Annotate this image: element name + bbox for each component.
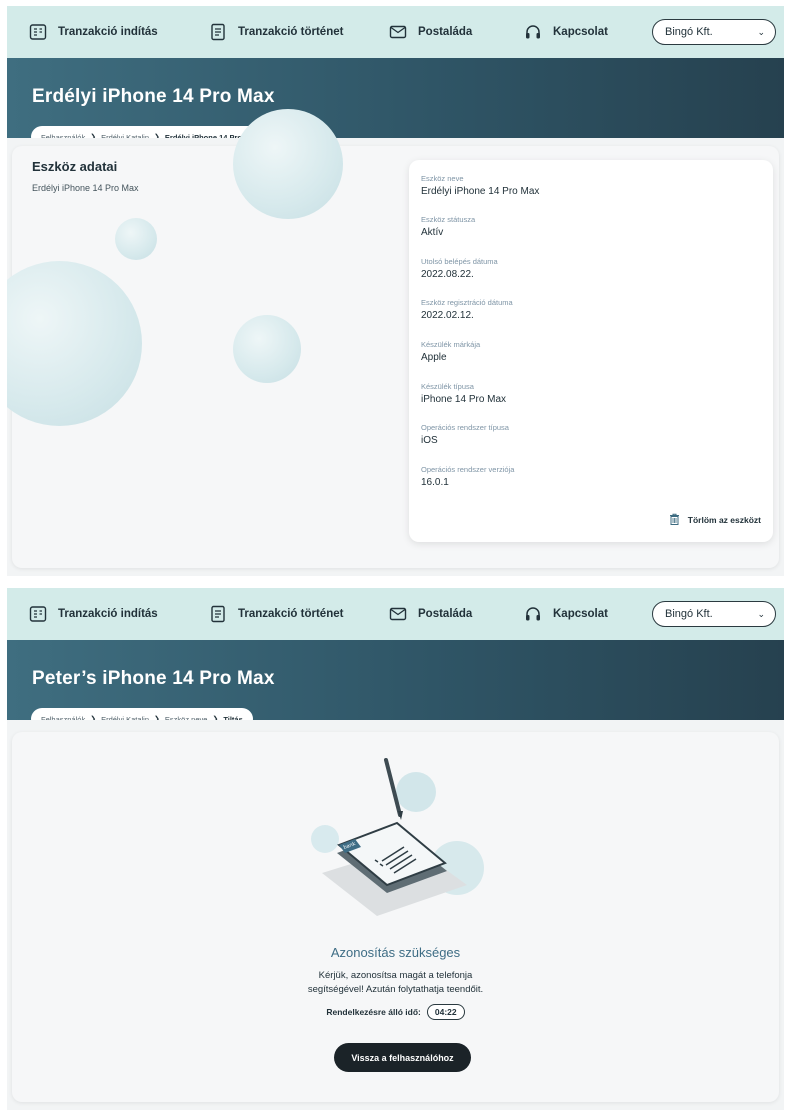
- nav-transaction-history[interactable]: Tranzakció történet: [208, 604, 343, 624]
- phone-authentication-illustration: bank: [287, 753, 502, 923]
- nav-label: Tranzakció indítás: [58, 608, 158, 620]
- field-device-type: Készülék típusa iPhone 14 Pro Max: [421, 382, 506, 405]
- mailbox-icon: [388, 604, 408, 624]
- field-value: iOS: [421, 435, 438, 446]
- page-title: Erdélyi iPhone 14 Pro Max: [32, 86, 275, 107]
- authentication-screen: Tranzakció indítás Tranzakció történet P…: [7, 588, 784, 1110]
- transaction-history-icon: [208, 604, 228, 624]
- nav-label: Tranzakció történet: [238, 608, 344, 620]
- device-details-screen: Tranzakció indítás Tranzakció történet P…: [7, 6, 784, 576]
- field-label: Eszköz státusza: [421, 215, 476, 224]
- nav-transaction-history[interactable]: Tranzakció történet: [208, 22, 343, 42]
- headset-icon: [523, 604, 543, 624]
- nav-contact[interactable]: Kapcsolat: [523, 604, 608, 624]
- headset-icon: [523, 22, 543, 42]
- back-to-user-button[interactable]: Vissza a felhasználóhoz: [334, 1043, 471, 1072]
- field-label: Utolsó belépés dátuma: [421, 257, 498, 266]
- nav-mailbox[interactable]: Postaláda: [388, 22, 472, 42]
- transaction-history-icon: [208, 22, 228, 42]
- timer-label: Rendelkezésre álló idő:: [326, 1007, 421, 1017]
- nav-mailbox[interactable]: Postaláda: [388, 604, 472, 624]
- delete-device-button[interactable]: Törlöm az eszközt: [669, 513, 761, 527]
- nav-label: Tranzakció történet: [238, 26, 344, 38]
- field-value: 16.0.1: [421, 477, 449, 488]
- field-registration-date: Eszköz regisztráció dátuma 2022.02.12.: [421, 298, 513, 321]
- field-value: Aktív: [421, 227, 444, 238]
- field-label: Operációs rendszer típusa: [421, 423, 509, 432]
- chevron-down-icon: ⌄: [757, 26, 765, 37]
- section-subtitle: Erdélyi iPhone 14 Pro Max: [32, 183, 139, 193]
- nav-label: Postaláda: [418, 608, 473, 620]
- decorative-bubble: [233, 109, 343, 219]
- field-last-login: Utolsó belépés dátuma 2022.08.22.: [421, 257, 498, 280]
- field-value: Apple: [421, 352, 447, 363]
- field-device-name: Eszköz neve Erdélyi iPhone 14 Pro Max: [421, 174, 539, 197]
- timer-badge: 04:22: [426, 1004, 465, 1020]
- field-label: Készülék márkája: [421, 340, 481, 349]
- decorative-bubble: [233, 315, 301, 383]
- top-navigation: Tranzakció indítás Tranzakció történet P…: [7, 6, 784, 58]
- transaction-start-icon: [28, 604, 48, 624]
- section-title: Eszköz adatai: [32, 159, 118, 174]
- company-select[interactable]: Bingó Kft. ⌄: [652, 601, 776, 627]
- field-label: Készülék típusa: [421, 382, 474, 391]
- field-value: 2022.02.12.: [421, 310, 474, 321]
- field-label: Eszköz neve: [421, 174, 464, 183]
- chevron-down-icon: ⌄: [757, 608, 765, 619]
- page-title: Peter’s iPhone 14 Pro Max: [32, 668, 275, 689]
- field-value: 2022.08.22.: [421, 269, 474, 280]
- page-header: Peter’s iPhone 14 Pro Max Felhasználók ❯…: [7, 640, 784, 730]
- company-select-value: Bingó Kft.: [665, 26, 713, 38]
- field-value: iPhone 14 Pro Max: [421, 394, 507, 405]
- auth-message-line: segítségével! Azután folytathatja teendő…: [307, 984, 484, 995]
- field-label: Operációs rendszer verziója: [421, 465, 515, 474]
- company-select-value: Bingó Kft.: [665, 608, 713, 620]
- nav-label: Postaláda: [418, 26, 473, 38]
- auth-title: Azonosítás szükséges: [330, 945, 461, 960]
- nav-transaction-start[interactable]: Tranzakció indítás: [28, 22, 158, 42]
- field-label: Eszköz regisztráció dátuma: [421, 298, 513, 307]
- page-header: Erdélyi iPhone 14 Pro Max Felhasználók ❯…: [7, 58, 784, 148]
- top-navigation: Tranzakció indítás Tranzakció történet P…: [7, 588, 784, 640]
- field-device-brand: Készülék márkája Apple: [421, 340, 480, 363]
- nav-contact[interactable]: Kapcsolat: [523, 22, 608, 42]
- field-value: Erdélyi iPhone 14 Pro Max: [421, 186, 540, 197]
- field-os-type: Operációs rendszer típusa iOS: [421, 423, 509, 446]
- decorative-bubble: [115, 218, 157, 260]
- company-select[interactable]: Bingó Kft. ⌄: [652, 19, 776, 45]
- field-device-status: Eszköz státusza Aktív: [421, 215, 475, 238]
- auth-message: Kérjük, azonosítsa magát a telefonja seg…: [7, 969, 784, 997]
- nav-label: Kapcsolat: [553, 26, 608, 38]
- nav-transaction-start[interactable]: Tranzakció indítás: [28, 604, 158, 624]
- nav-label: Kapcsolat: [553, 608, 608, 620]
- mailbox-icon: [388, 22, 408, 42]
- timer-row: Rendelkezésre álló idő: 04:22: [7, 1004, 784, 1020]
- trash-icon: [669, 513, 680, 527]
- transaction-start-icon: [28, 22, 48, 42]
- nav-label: Tranzakció indítás: [58, 26, 158, 38]
- device-details-panel: Eszköz neve Erdélyi iPhone 14 Pro Max Es…: [409, 160, 773, 542]
- delete-device-label: Törlöm az eszközt: [687, 515, 761, 525]
- auth-message-line: Kérjük, azonosítsa magát a telefonja: [318, 970, 473, 981]
- field-os-version: Operációs rendszer verziója 16.0.1: [421, 465, 514, 488]
